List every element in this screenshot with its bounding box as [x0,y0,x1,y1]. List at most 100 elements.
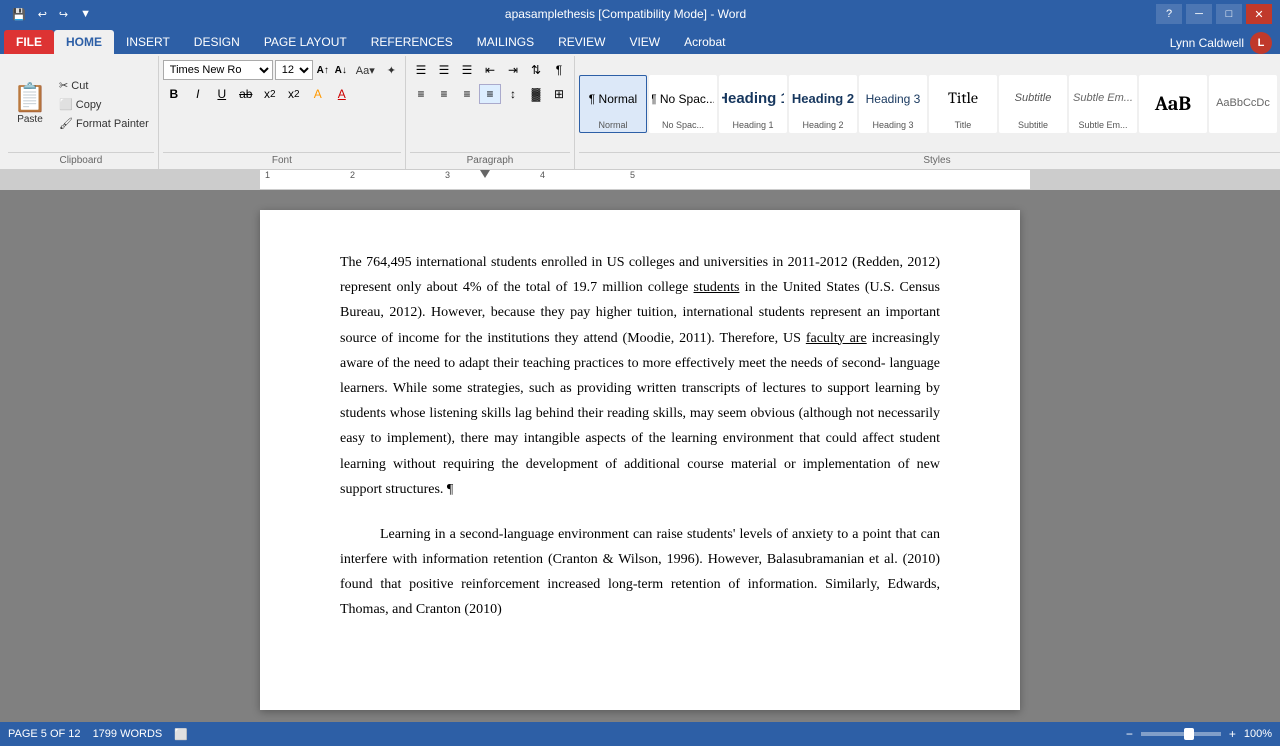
paragraph-content: ☰ ☰ ☰ ⇤ ⇥ ⇅ ¶ ≡ ≡ ≡ ≡ ↕ ▓ ⊞ [410,56,570,150]
justify-btn[interactable]: ≡ [479,84,501,104]
text-highlight-btn[interactable]: A [307,84,329,104]
cursor-marker [480,170,490,178]
bold-button[interactable]: B [163,84,185,104]
decrease-font-btn[interactable]: A↓ [333,60,349,80]
styles-list: ¶ Normal Normal ¶ No Spac... No Spac... … [579,75,1277,133]
show-formatting-btn[interactable]: ¶ [548,60,570,80]
status-bar: PAGE 5 OF 12 1799 WORDS ⬜ − + 100% [0,722,1280,746]
tab-page-layout[interactable]: PAGE LAYOUT [252,30,359,54]
paste-label: Paste [17,114,43,125]
sort-btn[interactable]: ⇅ [525,60,547,80]
undo-btn[interactable]: ↩ [34,6,51,23]
quick-access-toolbar[interactable]: 💾 ↩ ↪ ▼ [8,6,95,23]
paste-icon: 📋 [13,84,48,112]
save-btn[interactable]: 💾 [8,6,30,23]
increase-indent-btn[interactable]: ⇥ [502,60,524,80]
ruler-main: 1 2 3 4 5 [260,170,1030,189]
tab-view[interactable]: VIEW [617,30,672,54]
clipboard-small-buttons: ✂ Cut ⬜ Copy 🖌 Format Painter [54,76,154,132]
style-heading3[interactable]: Heading 3 Heading 3 [859,75,927,133]
maximize-btn[interactable]: □ [1216,4,1242,24]
multilevel-btn[interactable]: ☰ [456,60,478,80]
borders-btn[interactable]: ⊞ [548,84,570,104]
shading-btn[interactable]: ▓ [525,84,547,104]
style-heading2[interactable]: Heading 2 Heading 2 [789,75,857,133]
close-btn[interactable]: ✕ [1246,4,1272,24]
style-heading1-label: Heading 1 [722,120,784,130]
ruler-left-margin [0,170,260,189]
page-info: PAGE 5 OF 12 [8,728,81,740]
zoom-slider[interactable] [1141,732,1221,736]
bullets-btn[interactable]: ☰ [410,60,432,80]
ribbon-content: 📋 Paste ✂ Cut ⬜ Copy 🖌 Format Painter Cl… [0,54,1280,170]
font-face-select[interactable]: Times New Ro [163,60,273,80]
underline-button[interactable]: U [211,84,233,104]
word-count: 1799 WORDS [93,728,163,740]
align-center-btn[interactable]: ≡ [433,84,455,104]
zoom-thumb [1184,728,1194,740]
style-subtitle[interactable]: Subtitle Subtitle [999,75,1067,133]
help-btn[interactable]: ? [1156,4,1182,24]
zoom-level: 100% [1244,728,1272,740]
tab-mailings[interactable]: MAILINGS [465,30,546,54]
style-subtle-em[interactable]: Subtle Em... Subtle Em... [1069,75,1137,133]
zoom-in-btn[interactable]: + [1229,727,1236,741]
style-heading1-preview: Heading 1 [722,78,784,120]
ruler-right-margin [1030,170,1280,189]
tab-design[interactable]: DESIGN [182,30,252,54]
minimize-btn[interactable]: ─ [1186,4,1212,24]
tab-references[interactable]: REFERENCES [359,30,465,54]
style-subtitle-label: Subtitle [1002,120,1064,130]
superscript-button[interactable]: x2 [283,84,305,104]
tab-file[interactable]: FILE [4,30,54,54]
align-left-btn[interactable]: ≡ [410,84,432,104]
style-no-spacing[interactable]: ¶ No Spac... No Spac... [649,75,717,133]
style-subtitle-preview: Subtitle [1002,78,1064,120]
view-icon[interactable]: ⬜ [174,728,188,741]
align-right-btn[interactable]: ≡ [456,84,478,104]
style-another-preview: AaBbCcDc [1212,78,1274,130]
font-size-select[interactable]: 12 [275,60,313,80]
user-area: Lynn Caldwell L [1170,32,1280,54]
paragraph-label: Paragraph [410,152,570,169]
styles-label: Styles [579,152,1280,169]
tab-acrobat[interactable]: Acrobat [672,30,737,54]
paragraph-1: The 764,495 international students enrol… [340,250,940,502]
style-heading2-preview: Heading 2 [792,78,854,120]
style-heading2-label: Heading 2 [792,120,854,130]
cut-button[interactable]: ✂ Cut [54,76,154,94]
zoom-out-btn[interactable]: − [1126,727,1133,741]
strikethrough-button[interactable]: ab [235,84,257,104]
style-normal[interactable]: ¶ Normal Normal [579,75,647,133]
window-controls[interactable]: ? ─ □ ✕ [1156,4,1272,24]
line-spacing-btn[interactable]: ↕ [502,84,524,104]
style-normal-preview: ¶ Normal [582,78,644,120]
numbering-btn[interactable]: ☰ [433,60,455,80]
tab-home[interactable]: HOME [54,30,114,54]
increase-font-btn[interactable]: A↑ [315,60,331,80]
style-title[interactable]: Title Title [929,75,997,133]
clear-format-btn[interactable]: ✦ [382,61,401,79]
qa-dropdown-btn[interactable]: ▼ [76,6,95,22]
paragraph-2: Learning in a second-language environmen… [340,522,940,623]
paste-button[interactable]: 📋 Paste [8,75,52,133]
style-large-preview: AaB [1142,78,1204,130]
tab-insert[interactable]: INSERT [114,30,182,54]
change-case-btn[interactable]: Aa▾ [351,61,380,79]
window-title: apasamplethesis [Compatibility Mode] - W… [95,7,1156,21]
italic-button[interactable]: I [187,84,209,104]
subscript-button[interactable]: x2 [259,84,281,104]
style-another[interactable]: AaBbCcDc [1209,75,1277,133]
decrease-indent-btn[interactable]: ⇤ [479,60,501,80]
style-subtle-em-preview: Subtle Em... [1072,78,1134,120]
copy-button[interactable]: ⬜ Copy [54,95,154,113]
tab-review[interactable]: REVIEW [546,30,617,54]
format-painter-button[interactable]: 🖌 Format Painter [54,114,154,132]
style-heading3-preview: Heading 3 [862,78,924,120]
redo-btn[interactable]: ↪ [55,6,72,23]
font-color-btn[interactable]: A [331,84,353,104]
style-large[interactable]: AaB [1139,75,1207,133]
style-heading1[interactable]: Heading 1 Heading 1 [719,75,787,133]
user-name: Lynn Caldwell [1170,36,1244,50]
document-area[interactable]: The 764,495 international students enrol… [0,190,1280,722]
